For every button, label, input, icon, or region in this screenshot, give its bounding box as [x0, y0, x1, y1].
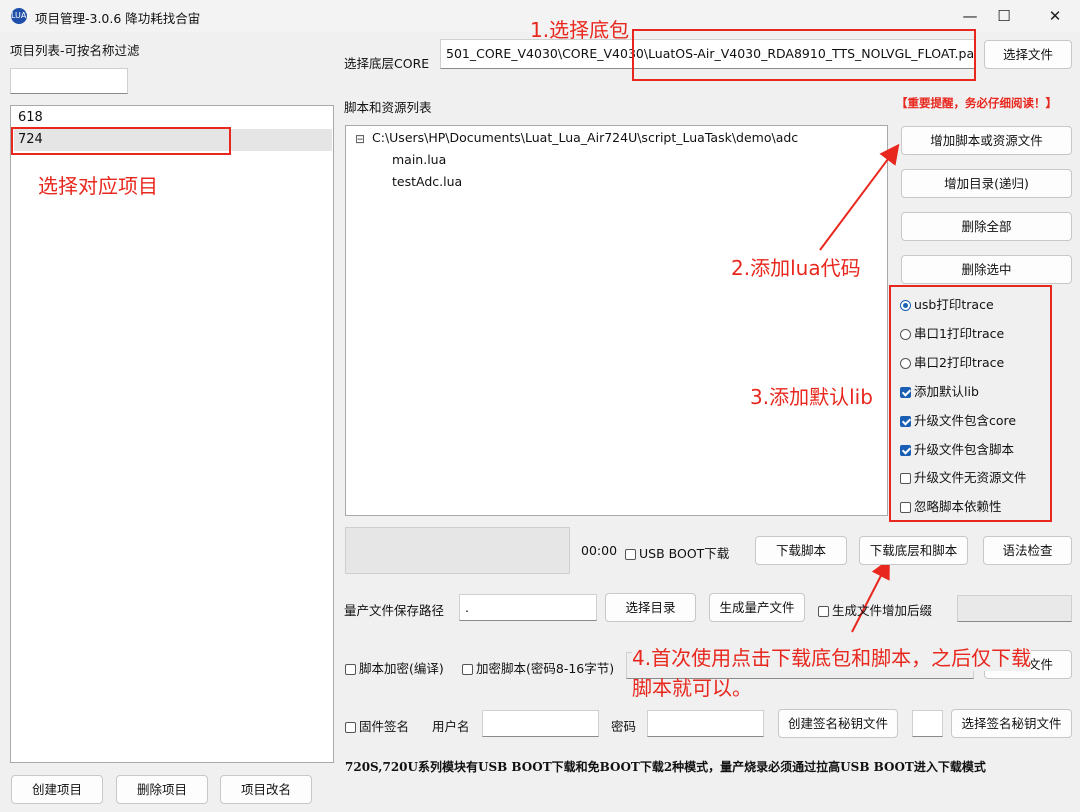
checkbox-icon[interactable] — [462, 664, 473, 675]
footer-note: 720S,720U系列模块有USB BOOT下载和免BOOT下载2种模式，量产烧… — [345, 760, 986, 774]
progress-bar — [345, 527, 570, 574]
checkbox-label: 生成文件增加后缀 — [832, 603, 933, 618]
download-script-button[interactable]: 下载脚本 — [755, 536, 847, 565]
checkbox-icon[interactable] — [345, 664, 356, 675]
app-logo-icon: LUAT — [11, 8, 31, 24]
annotation-4-line1: 4.首次使用点击下载底包和脚本，之后仅下载 — [632, 642, 1032, 671]
usb-boot-checkbox[interactable]: USB BOOT下载 — [625, 543, 729, 562]
compile-encrypt-checkbox[interactable]: 脚本加密(编译) — [345, 658, 444, 677]
tree-collapse-icon[interactable]: ⊟ — [355, 132, 365, 146]
firmware-sign-checkbox[interactable]: 固件签名 — [345, 716, 409, 735]
core-path-prefix: 501_CORE_V4030\CORE_V4030\ — [446, 46, 649, 61]
important-warning-link[interactable]: 【重要提醒，务必仔细阅读！】 — [896, 95, 1057, 111]
suffix-checkbox[interactable]: 生成文件增加后缀 — [818, 600, 932, 619]
annotation-2: 2.添加lua代码 — [731, 256, 861, 280]
tree-root-folder[interactable]: C:\Users\HP\Documents\Luat_Lua_Air724U\s… — [372, 130, 798, 145]
annotation-3: 3.添加默认lib — [750, 385, 873, 409]
mass-path-label: 量产文件保存路径 — [344, 603, 445, 618]
script-tree[interactable]: ⊟ C:\Users\HP\Documents\Luat_Lua_Air724U… — [345, 125, 888, 516]
suffix-input[interactable] — [957, 595, 1072, 622]
tree-file-main[interactable]: main.lua — [392, 152, 446, 167]
username-input[interactable] — [482, 710, 599, 737]
checkbox-label: 加密脚本(密码8-16字节) — [476, 661, 615, 676]
annotation-box-options — [889, 285, 1052, 522]
add-script-file-button[interactable]: 增加脚本或资源文件 — [901, 126, 1072, 155]
sign-key-path-input[interactable] — [912, 710, 943, 737]
annotation-box-project — [11, 127, 231, 155]
checkbox-icon[interactable] — [345, 722, 356, 733]
select-directory-button[interactable]: 选择目录 — [605, 593, 696, 622]
annotation-4-line2: 脚本就可以。 — [632, 676, 752, 700]
tree-file-testadc[interactable]: testAdc.lua — [392, 174, 462, 189]
download-core-script-button[interactable]: 下载底层和脚本 — [859, 536, 968, 565]
add-directory-button[interactable]: 增加目录(递归) — [901, 169, 1072, 198]
project-item-618[interactable]: 618 — [18, 110, 43, 125]
arrow-download — [851, 558, 890, 633]
select-sign-key-button[interactable]: 选择签名秘钥文件 — [951, 709, 1072, 738]
timer-text: 00:00 — [581, 543, 618, 558]
checkbox-label: 固件签名 — [359, 719, 410, 734]
rename-project-button[interactable]: 项目改名 — [220, 775, 312, 804]
mass-path-input[interactable]: . — [459, 594, 597, 621]
annotation-box-core — [632, 29, 976, 81]
create-project-button[interactable]: 创建项目 — [11, 775, 103, 804]
project-list[interactable]: 618 724 — [10, 105, 334, 763]
close-button[interactable]: ✕ — [1033, 0, 1077, 32]
checkbox-label: USB BOOT下载 — [639, 546, 730, 561]
delete-all-button[interactable]: 删除全部 — [901, 212, 1072, 241]
maximize-button[interactable]: ☐ — [982, 0, 1026, 32]
delete-project-button[interactable]: 删除项目 — [116, 775, 208, 804]
scripts-label: 脚本和资源列表 — [344, 100, 432, 115]
project-filter-input[interactable] — [10, 68, 128, 94]
password-encrypt-checkbox[interactable]: 加密脚本(密码8-16字节) — [462, 658, 614, 677]
checkbox-label: 脚本加密(编译) — [359, 661, 444, 676]
core-label: 选择底层CORE — [344, 56, 430, 71]
syntax-check-button[interactable]: 语法检查 — [983, 536, 1072, 565]
window-title: 项目管理-3.0.6 降功耗找合宙 — [35, 11, 201, 26]
annotation-1: 1.选择底包 — [530, 18, 630, 42]
create-sign-key-button[interactable]: 创建签名秘钥文件 — [778, 709, 898, 738]
delete-selected-button[interactable]: 删除选中 — [901, 255, 1072, 284]
annotation-select-project: 选择对应项目 — [38, 174, 158, 198]
checkbox-icon[interactable] — [625, 549, 636, 560]
project-filter-label: 项目列表-可按名称过滤 — [10, 43, 140, 58]
select-core-file-button[interactable]: 选择文件 — [984, 40, 1072, 69]
username-label: 用户名 — [432, 719, 470, 734]
generate-mass-file-button[interactable]: 生成量产文件 — [709, 593, 805, 622]
checkbox-icon[interactable] — [818, 606, 829, 617]
password-label: 密码 — [611, 719, 637, 734]
password-input[interactable] — [647, 710, 764, 737]
